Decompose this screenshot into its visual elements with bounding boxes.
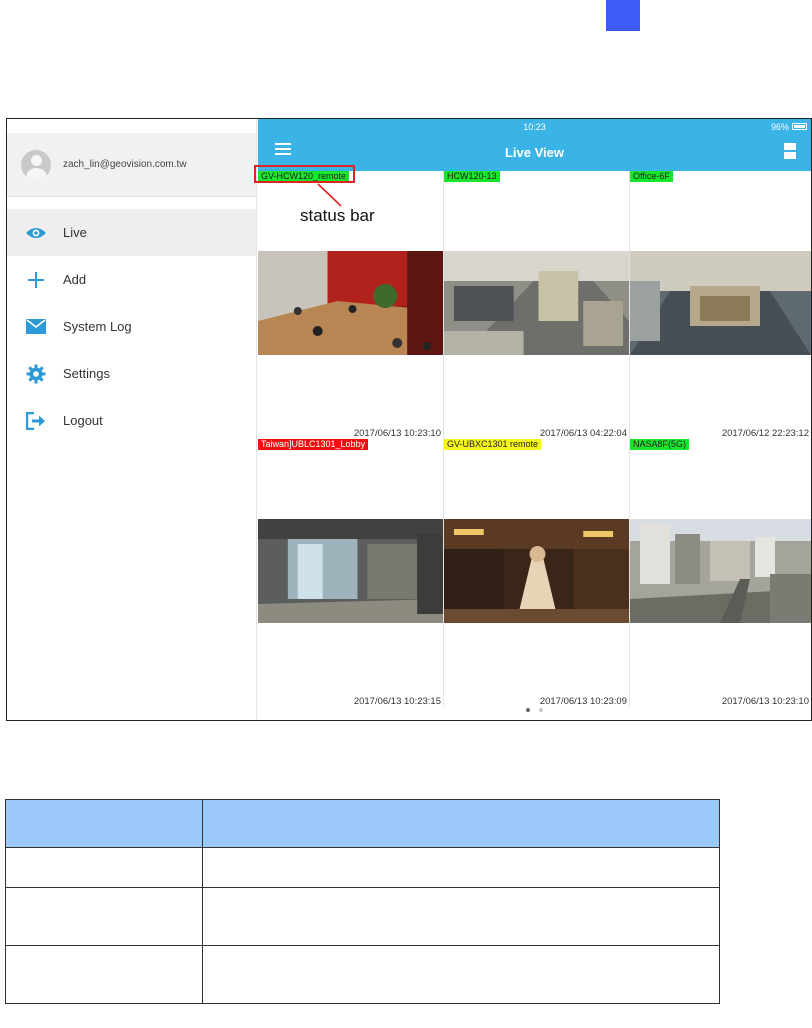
page-corner-tab [606,0,640,31]
menu-item-live[interactable]: Live [7,209,256,256]
camera-status-label: GV-UBXC1301 remote [444,439,542,450]
table-cell [5,945,203,1004]
menu-item-label: System Log [63,319,132,334]
plus-icon [25,269,47,291]
table-header-row [5,799,720,848]
battery-icon [792,123,807,130]
menu-item-logout[interactable]: Logout [7,397,256,444]
menu-item-label: Logout [63,413,103,428]
camera-tile[interactable]: HCW120-13 2017/06/13 04:22:04 [444,171,630,439]
camera-video-feed [258,251,443,355]
gear-icon [25,363,47,385]
camera-grid: GV-HCW120_remote 2017/06/13 10:23:10 HCW… [258,171,811,707]
table-cell [5,847,203,888]
table-header-cell [5,799,203,848]
table-cell [202,887,720,946]
account-email: zach_lin@geovision.com.tw [63,159,187,170]
camera-status-label: Taiwan]UBLC1301_Lobby [258,439,369,450]
table-cell [202,847,720,888]
callout-label: status bar [300,206,375,225]
camera-timestamp: 2017/06/13 04:22:04 [539,428,627,439]
menu-item-label: Live [63,225,87,240]
battery-percent: 96% [770,122,789,132]
camera-tile[interactable]: Taiwan]UBLC1301_Lobby 2017/06/13 10:23:1… [258,439,444,707]
layout-toggle-icon[interactable] [784,143,796,159]
table-cell [5,887,203,946]
table-row [5,945,720,1004]
navigation-bar: 10:23 96% Live View [258,119,811,171]
avatar [21,149,51,180]
account-header[interactable]: zach_lin@geovision.com.tw [7,133,256,197]
camera-status-label: NASA8F(5G) [630,439,690,450]
menu-item-add[interactable]: Add [7,256,256,303]
camera-video-feed [258,519,443,623]
status-time: 10:23 [523,122,546,132]
table-header-cell [202,799,720,848]
camera-video-feed [444,251,629,355]
menu-item-settings[interactable]: Settings [7,350,256,397]
camera-status-label: Office-6F [630,171,673,182]
camera-tile[interactable]: NASA8F(5G) 2017/06/13 10:23:10 [630,439,811,707]
camera-timestamp: 2017/06/13 10:23:10 [353,428,441,439]
table-cell [202,945,720,1004]
menu-list: Live Add System Log Settings Logout [7,209,256,444]
document-page: zach_lin@geovision.com.tw Live Add Syste… [0,0,812,1028]
camera-tile[interactable]: Office-6F 2017/06/12 22:23:12 [630,171,811,439]
camera-status-label: HCW120-13 [444,171,500,182]
page-indicator[interactable] [258,699,811,717]
table-row [5,887,720,946]
page-title: Live View [504,145,564,160]
eye-icon [25,222,47,244]
page-dot[interactable] [538,708,543,712]
menu-item-label: Settings [63,366,110,381]
camera-video-feed [630,251,811,355]
status-bar-highlight [254,165,355,183]
app-screenshot-frame: zach_lin@geovision.com.tw Live Add Syste… [6,118,812,721]
menu-item-system-log[interactable]: System Log [7,303,256,350]
envelope-icon [25,316,47,338]
camera-timestamp: 2017/06/12 22:23:12 [721,428,809,439]
side-menu: zach_lin@geovision.com.tw Live Add Syste… [7,119,257,720]
page-dot-active[interactable] [526,708,531,712]
table-row [5,847,720,888]
logout-icon [25,410,47,432]
menu-item-label: Add [63,272,87,287]
description-table [5,799,720,1004]
camera-tile[interactable]: GV-UBXC1301 remote 2017/06/13 10:23:09 [444,439,630,707]
camera-video-feed [444,519,629,623]
camera-video-feed [630,519,811,623]
